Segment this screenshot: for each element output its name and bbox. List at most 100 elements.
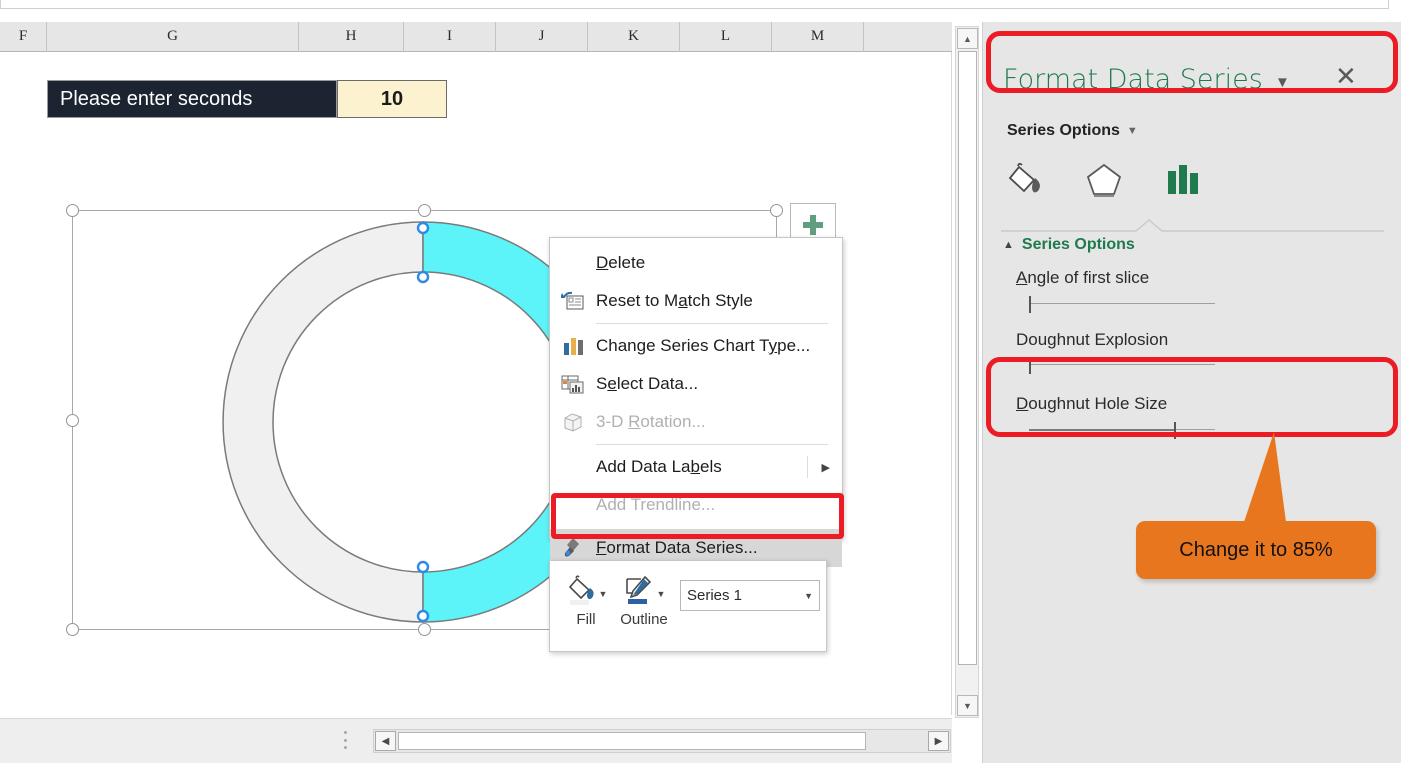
prompt-label-cell[interactable]: Please enter seconds bbox=[47, 80, 337, 118]
menu-label-3d-rotation: 3-D Rotation... bbox=[596, 412, 706, 432]
chart-handle-tr[interactable] bbox=[770, 204, 783, 217]
explosion-slider-thumb[interactable] bbox=[1029, 357, 1031, 374]
column-header-m[interactable]: M bbox=[772, 22, 864, 52]
menu-item-add-trendline: Add Trendline... bbox=[550, 486, 842, 524]
scroll-right-button[interactable]: ▶ bbox=[928, 731, 949, 751]
angle-of-first-slice-label: Angle of first slice bbox=[1016, 268, 1149, 288]
menu-label-delete: Delete bbox=[596, 253, 645, 273]
seconds-value-text: 10 bbox=[381, 88, 403, 111]
menu-separator-1 bbox=[596, 323, 828, 324]
chart-handle-tl[interactable] bbox=[66, 204, 79, 217]
doughnut-hole-size-label: Doughnut Hole Size bbox=[1016, 394, 1167, 414]
pentagon-icon bbox=[1082, 161, 1126, 203]
reset-style-icon bbox=[550, 282, 596, 320]
fill-line-tab[interactable] bbox=[1001, 157, 1051, 203]
series-options-section-title: Series Options bbox=[1022, 236, 1135, 254]
series-options-section-header[interactable]: ▲ Series Options bbox=[1003, 236, 1135, 254]
column-header-f[interactable]: F bbox=[0, 22, 47, 52]
scroll-down-button[interactable]: ▼ bbox=[957, 695, 978, 716]
chart-handle-tc[interactable] bbox=[418, 204, 431, 217]
outline-label: Outline bbox=[620, 611, 668, 628]
pane-title: Format Data Series bbox=[1003, 64, 1263, 95]
formula-bar-sliver[interactable] bbox=[0, 0, 1389, 9]
menu-item-change-series-chart-type[interactable]: Change Series Chart Type... bbox=[550, 327, 842, 365]
column-header-g[interactable]: G bbox=[47, 22, 299, 52]
split-grip[interactable] bbox=[344, 731, 348, 749]
column-header-j[interactable]: J bbox=[496, 22, 588, 52]
pane-tab-row[interactable] bbox=[1001, 157, 1207, 203]
plus-icon bbox=[800, 212, 826, 238]
menu-item-reset-to-match-style[interactable]: Reset to Match Style bbox=[550, 282, 842, 320]
angle-label-text: ngle of first slice bbox=[1027, 268, 1149, 287]
pencil-outline-icon bbox=[623, 575, 657, 609]
column-header-row: FGHIJKLM bbox=[0, 22, 952, 52]
active-tab-underline bbox=[1001, 218, 1384, 232]
pane-scope-selector[interactable]: Series Options ▼ bbox=[1007, 122, 1138, 140]
paint-bucket-icon bbox=[1004, 161, 1048, 203]
chart-mini-toolbar[interactable]: ▼ Fill ▼ Outline Series 1 ▼ bbox=[549, 560, 827, 652]
pane-scope-label: Series Options bbox=[1007, 122, 1120, 140]
cube-icon bbox=[550, 403, 596, 441]
chevron-down-icon[interactable]: ▼ bbox=[1275, 74, 1290, 91]
vertical-scroll-thumb[interactable] bbox=[958, 51, 977, 665]
format-data-series-pane: Format Data Series ▼ ✕ Series Options ▼ bbox=[982, 22, 1401, 763]
menu-icon-add-data-labels bbox=[550, 448, 596, 486]
column-header-k[interactable]: K bbox=[588, 22, 680, 52]
menu-separator-2 bbox=[596, 444, 828, 445]
submenu-divider bbox=[807, 456, 808, 478]
fill-label: Fill bbox=[576, 611, 595, 628]
column-header-h[interactable]: H bbox=[299, 22, 404, 52]
bar-chart-icon bbox=[1160, 161, 1204, 203]
horizontal-scroll-thumb[interactable] bbox=[398, 732, 866, 750]
fill-button[interactable]: ▼ Fill bbox=[558, 575, 614, 628]
excel-window: FGHIJKLM Please enter seconds 10 bbox=[0, 0, 1401, 763]
scroll-up-button[interactable]: ▲ bbox=[957, 28, 978, 49]
menu-icon-delete bbox=[550, 244, 596, 282]
select-data-icon bbox=[550, 365, 596, 403]
triangle-up-icon: ▲ bbox=[1003, 239, 1014, 251]
hole-size-slider-thumb[interactable] bbox=[1174, 422, 1176, 439]
paint-bucket-icon bbox=[565, 575, 599, 609]
chart-handle-ml[interactable] bbox=[66, 414, 79, 427]
column-header-i[interactable]: I bbox=[404, 22, 496, 52]
close-icon[interactable]: ✕ bbox=[1335, 64, 1357, 90]
menu-label-change-series-chart-type: Change Series Chart Type... bbox=[596, 336, 810, 356]
menu-item-3d-rotation: 3-D Rotation... bbox=[550, 403, 842, 441]
menu-item-delete[interactable]: Delete bbox=[550, 244, 842, 282]
doughnut-hole-size-slider[interactable] bbox=[1029, 420, 1215, 440]
angle-slider-thumb[interactable] bbox=[1029, 296, 1031, 313]
menu-icon-add-trendline bbox=[550, 486, 596, 524]
menu-label-select-data: Select Data... bbox=[596, 374, 698, 394]
chart-type-icon bbox=[550, 327, 596, 365]
hole-size-label-text: oughnut Hole Size bbox=[1028, 394, 1167, 413]
menu-label-format-data-series: Format Data Series... bbox=[596, 538, 758, 558]
chevron-right-icon: ▶ bbox=[822, 461, 830, 474]
menu-item-add-data-labels[interactable]: Add Data Labels ▶ bbox=[550, 448, 842, 486]
callout-text: Change it to 85% bbox=[1179, 539, 1332, 562]
effects-tab[interactable] bbox=[1079, 157, 1129, 203]
outline-dropdown-caret[interactable]: ▼ bbox=[657, 589, 666, 599]
scroll-left-button[interactable]: ◀ bbox=[375, 731, 396, 751]
outline-button[interactable]: ▼ Outline bbox=[616, 575, 672, 628]
column-header-l[interactable]: L bbox=[680, 22, 772, 52]
series-selector-caret-icon[interactable]: ▼ bbox=[804, 591, 813, 601]
callout-change-to-85: Change it to 85% bbox=[1136, 521, 1376, 579]
chevron-down-icon[interactable]: ▼ bbox=[1127, 125, 1138, 137]
menu-label-add-data-labels: Add Data Labels bbox=[596, 457, 722, 477]
menu-label-add-trendline: Add Trendline... bbox=[596, 495, 715, 515]
prompt-label-text: Please enter seconds bbox=[60, 88, 252, 111]
menu-item-select-data[interactable]: Select Data... bbox=[550, 365, 842, 403]
doughnut-explosion-label: Doughnut Explosion bbox=[1016, 330, 1168, 350]
horizontal-scrollbar[interactable]: ◀ ▶ bbox=[373, 729, 951, 753]
vertical-scrollbar[interactable]: ▲ ▼ bbox=[955, 26, 979, 718]
seconds-input-cell[interactable]: 10 bbox=[337, 80, 447, 118]
series-selector-combo[interactable]: Series 1 ▼ bbox=[680, 580, 820, 611]
chart-handle-bc[interactable] bbox=[418, 623, 431, 636]
series-options-tab[interactable] bbox=[1157, 157, 1207, 203]
fill-dropdown-caret[interactable]: ▼ bbox=[599, 589, 608, 599]
menu-label-reset-to-match-style: Reset to Match Style bbox=[596, 291, 753, 311]
angle-of-first-slice-slider[interactable] bbox=[1029, 294, 1215, 314]
chart-context-menu[interactable]: Delete Reset to Match Style bbox=[549, 237, 843, 539]
chart-handle-bl[interactable] bbox=[66, 623, 79, 636]
doughnut-explosion-slider[interactable] bbox=[1029, 355, 1215, 375]
